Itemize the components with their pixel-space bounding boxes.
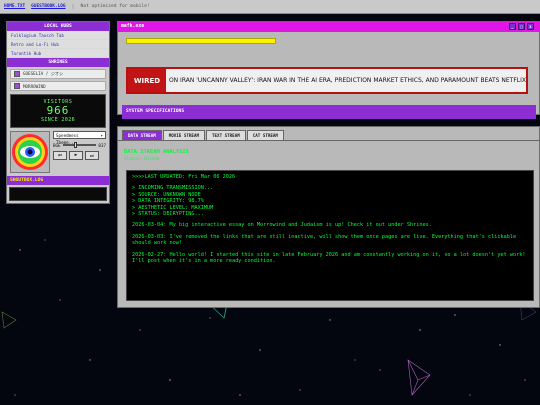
data-stream-window: DATA STREAM MOVIE STREAM TEXT STREAM CAT… bbox=[117, 126, 540, 308]
main-window: mafk.exe _ □ x WIRED ON IRAN 'UNCANNY VA… bbox=[117, 21, 540, 119]
shrine-link-morrowind[interactable]: MORROWIND bbox=[10, 81, 106, 91]
eye-icon bbox=[10, 131, 50, 173]
loading-bar bbox=[126, 38, 276, 44]
track-name: Speedmess Theme... bbox=[56, 133, 79, 145]
terminal-console: >>>>LAST UPDATED: Fri Mar 06 2026 > INCO… bbox=[126, 170, 534, 301]
minimize-button[interactable]: _ bbox=[509, 23, 516, 30]
shrine-icon bbox=[14, 83, 20, 89]
shrine-label: GOESELIA / ジオシ bbox=[23, 71, 64, 76]
music-player: Speedmess Theme... ▾ BGE 037 ⏮ ▶ ⏭ bbox=[10, 131, 106, 173]
window-title: mafk.exe bbox=[121, 24, 145, 29]
tab-data-stream[interactable]: DATA STREAM bbox=[122, 130, 162, 140]
tab-cat-stream[interactable]: CAT STREAM bbox=[246, 130, 284, 140]
track-select[interactable]: Speedmess Theme... ▾ bbox=[53, 131, 106, 145]
volume-knob[interactable] bbox=[74, 142, 78, 148]
left-sidebar: LOCAL HUBS Folklogium Tausch Tab Retro a… bbox=[6, 21, 110, 204]
player-buttons: ⏮ ▶ ⏭ bbox=[53, 151, 106, 160]
data-stream-subtitle: Status: Online bbox=[124, 156, 160, 161]
main-window-body: WIRED ON IRAN 'UNCANNY VALLEY': IRAN WAR… bbox=[117, 32, 540, 119]
counter-since: SINCE 2026 bbox=[40, 117, 76, 123]
tab-movie-stream[interactable]: MOVIE STREAM bbox=[162, 130, 205, 140]
local-hubs-panel: LOCAL HUBS Folklogium Tausch Tab Retro a… bbox=[6, 21, 110, 204]
mobile-notice: Not optimized for mobile! bbox=[80, 4, 150, 9]
local-hubs-title: LOCAL HUBS bbox=[7, 22, 109, 31]
window-controls: _ □ x bbox=[509, 23, 540, 30]
news-ticker[interactable]: WIRED ON IRAN 'UNCANNY VALLEY': IRAN WAR… bbox=[126, 67, 528, 94]
stream-tabs: DATA STREAM MOVIE STREAM TEXT STREAM CAT… bbox=[118, 127, 539, 141]
nav-separator: | bbox=[71, 3, 75, 10]
shrines-title: SHRINES bbox=[7, 58, 109, 67]
hub-link[interactable]: Tarantik Hub bbox=[7, 49, 109, 58]
prev-button[interactable]: ⏮ bbox=[53, 151, 67, 160]
news-post: 2026-03-03: I've removed the links that … bbox=[132, 233, 517, 247]
system-specs-header[interactable]: SYSTEM SPECIFICATIONS bbox=[122, 105, 536, 119]
chevron-down-icon: ▾ bbox=[100, 133, 103, 138]
volume-control: BGE 037 bbox=[53, 141, 106, 149]
tab-text-stream[interactable]: TEXT STREAM bbox=[206, 130, 246, 140]
close-button[interactable]: x bbox=[527, 23, 534, 30]
visitor-counter: VISITORS 966 SINCE 2026 bbox=[10, 94, 106, 128]
hub-link[interactable]: Folklogium Tausch Tab bbox=[7, 31, 109, 40]
play-button[interactable]: ▶ bbox=[69, 151, 83, 160]
volume-slider[interactable] bbox=[62, 142, 97, 148]
data-stream-title: DATA STREAM ANALYSIS bbox=[124, 149, 189, 155]
nav-home-link[interactable]: HOME.TXT bbox=[4, 4, 25, 9]
counter-value: 966 bbox=[46, 104, 70, 117]
shoutbox-body[interactable] bbox=[9, 187, 107, 201]
shrine-icon bbox=[14, 71, 20, 77]
nav-guestbook-link[interactable]: GUESTBOOK.LOG bbox=[31, 4, 65, 9]
volume-value: 037 bbox=[98, 142, 106, 148]
player-controls: Speedmess Theme... ▾ BGE 037 ⏮ ▶ ⏭ bbox=[53, 131, 106, 173]
top-nav-bar: HOME.TXT GUESTBOOK.LOG | Not optimized f… bbox=[0, 0, 540, 14]
volume-label: BGE bbox=[53, 142, 61, 148]
maximize-button[interactable]: □ bbox=[518, 23, 525, 30]
news-post: 2026-02-27: Hello world! I started this … bbox=[132, 251, 526, 265]
hub-link[interactable]: Retro and Lo-Fi Hub bbox=[7, 40, 109, 49]
next-button[interactable]: ⏭ bbox=[85, 151, 99, 160]
main-window-titlebar: mafk.exe _ □ x bbox=[117, 21, 540, 32]
shrine-link-goeselia[interactable]: GOESELIA / ジオシ bbox=[10, 69, 106, 79]
wired-logo: WIRED bbox=[128, 69, 166, 92]
ticker-headline: ON IRAN 'UNCANNY VALLEY': IRAN WAR IN TH… bbox=[168, 77, 526, 84]
shoutbox-title: SHOUTBOX.LOG bbox=[7, 176, 109, 185]
shrine-label: MORROWIND bbox=[23, 83, 46, 89]
